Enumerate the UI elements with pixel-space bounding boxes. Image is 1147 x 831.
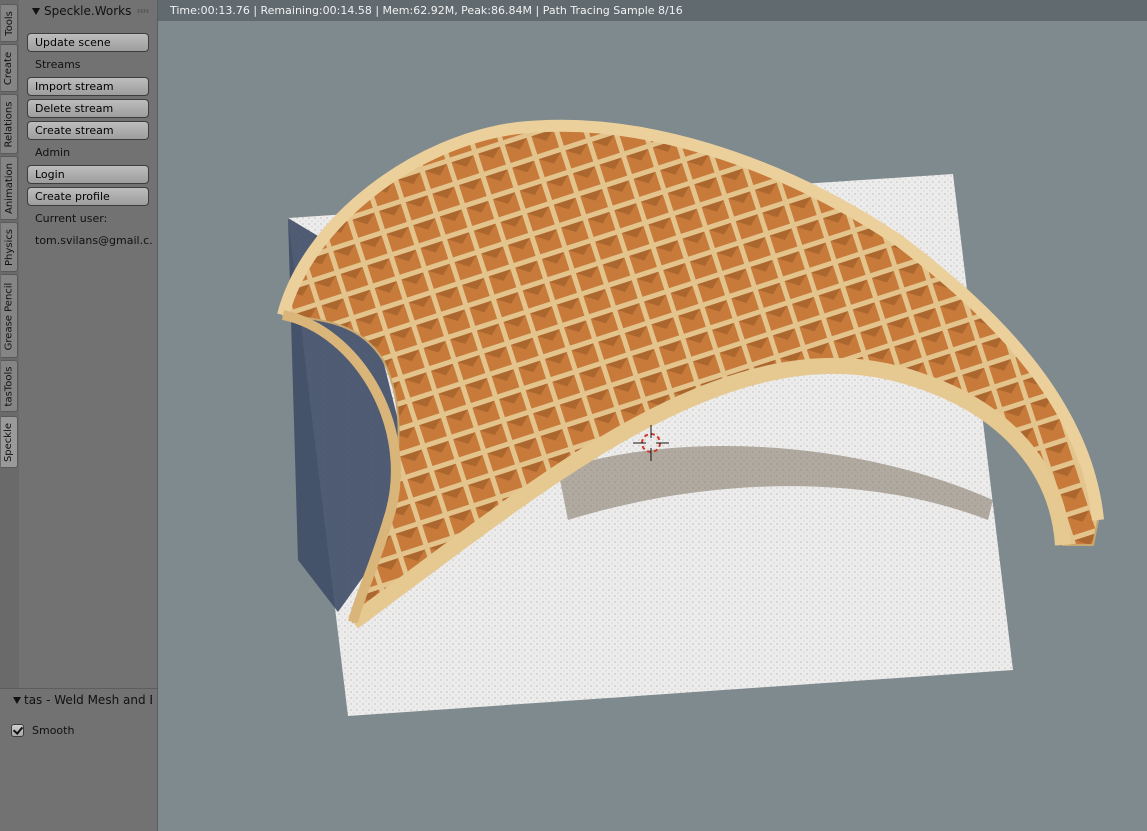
operator-panel-header[interactable]: tas - Weld Mesh and Ed — [0, 689, 157, 711]
tab-speckle-label: Speckle — [3, 422, 15, 462]
operator-panel: tas - Weld Mesh and Ed Smooth — [0, 688, 158, 831]
tab-physics[interactable]: Physics — [1, 222, 18, 272]
tab-tastools[interactable]: tasTools — [1, 360, 18, 412]
panel-header[interactable]: Speckle.Works — [19, 0, 157, 22]
delete-stream-button[interactable]: Delete stream — [27, 99, 149, 118]
operator-panel-title: tas - Weld Mesh and Ed — [24, 693, 152, 707]
tab-animation-label: Animation — [3, 162, 15, 214]
update-scene-button[interactable]: Update scene — [27, 33, 149, 52]
smooth-checkbox[interactable] — [11, 724, 24, 737]
tab-speckle[interactable]: Speckle — [1, 416, 18, 468]
tool-tab-strip: Tools Create Relations Animation Physics… — [0, 0, 20, 688]
smooth-label: Smooth — [32, 724, 75, 737]
panel-title: Speckle.Works — [44, 4, 132, 18]
admin-label: Admin — [35, 146, 71, 159]
tab-tools-label: Tools — [3, 10, 15, 36]
collapse-triangle-icon[interactable] — [32, 7, 40, 15]
speckle-panel: Speckle.Works Update scene Streams Impor… — [19, 0, 158, 688]
create-profile-button[interactable]: Create profile — [27, 187, 149, 206]
collapse-triangle-icon[interactable] — [13, 696, 21, 704]
tab-create-label: Create — [3, 51, 15, 85]
login-button[interactable]: Login — [27, 165, 149, 184]
tab-relations-label: Relations — [3, 101, 15, 147]
tab-physics-label: Physics — [3, 228, 15, 266]
3d-viewport[interactable]: Time:00:13.76 | Remaining:00:14.58 | Mem… — [158, 0, 1147, 830]
current-user-label: Current user: — [35, 212, 108, 225]
current-user-value: tom.svilans@gmail.c... — [35, 234, 153, 247]
tab-animation[interactable]: Animation — [1, 156, 18, 220]
drag-grip-icon[interactable] — [137, 9, 149, 13]
import-stream-button[interactable]: Import stream — [27, 77, 149, 96]
streams-label: Streams — [35, 58, 81, 71]
tab-tastools-label: tasTools — [3, 366, 15, 406]
rendered-scene — [277, 119, 1104, 716]
tab-create[interactable]: Create — [1, 44, 18, 92]
render-status-bar: Time:00:13.76 | Remaining:00:14.58 | Mem… — [158, 0, 1147, 21]
tab-grease-pencil-label: Grease Pencil — [3, 282, 15, 350]
tab-grease-pencil[interactable]: Grease Pencil — [1, 274, 18, 358]
tab-relations[interactable]: Relations — [1, 94, 18, 154]
create-stream-button[interactable]: Create stream — [27, 121, 149, 140]
tab-tools[interactable]: Tools — [1, 4, 18, 42]
